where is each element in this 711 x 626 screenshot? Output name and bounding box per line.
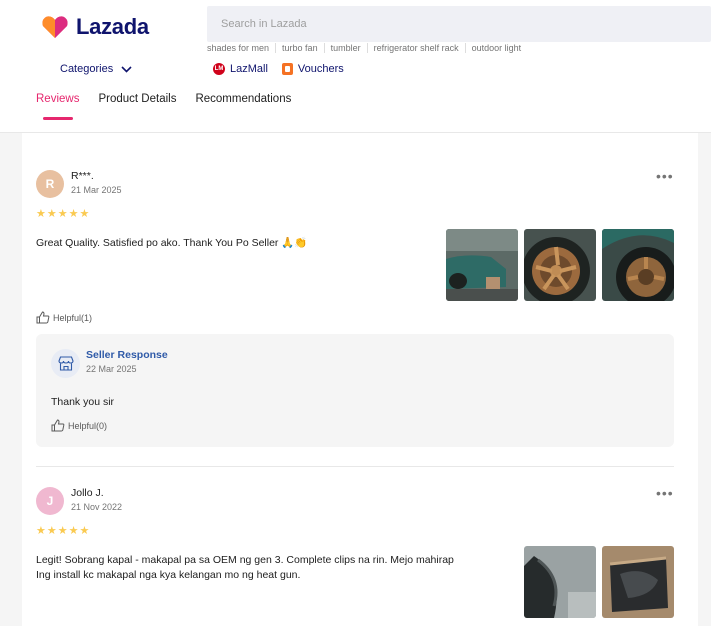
- review-text: Legit! Sobrang kapal - makapal pa sa OEM…: [36, 553, 454, 583]
- star-icon: ★: [36, 208, 46, 220]
- tab-product-details[interactable]: Product Details: [98, 93, 176, 111]
- lazada-logo[interactable]: Lazada: [42, 14, 149, 40]
- review-item: J Jollo J. 21 Nov 2022 ••• ★ ★ ★ ★ ★ Leg…: [36, 485, 676, 626]
- helpful-button[interactable]: Helpful(1): [36, 311, 92, 324]
- star-rating: ★ ★ ★ ★ ★: [36, 209, 89, 220]
- vouchers-link[interactable]: Vouchers: [281, 63, 344, 75]
- avatar: R: [36, 170, 64, 198]
- tab-label: Reviews: [36, 93, 80, 105]
- star-icon: ★: [46, 208, 57, 220]
- star-icon: ★: [79, 525, 90, 537]
- package-box-photo: [602, 546, 674, 618]
- product-tabs: Reviews Product Details Recommendations: [36, 93, 291, 120]
- review-date: 21 Mar 2025: [71, 185, 122, 195]
- star-icon: ★: [46, 525, 57, 537]
- seller-response-date: 22 Mar 2025: [86, 364, 137, 374]
- star-icon: ★: [57, 525, 68, 537]
- star-icon: ★: [79, 208, 90, 220]
- star-icon: ★: [57, 208, 68, 220]
- suggestion-link[interactable]: tumbler: [323, 43, 367, 53]
- lazada-heart-icon: [42, 16, 68, 38]
- thumbs-up-icon: [36, 311, 50, 324]
- tab-label: Product Details: [98, 93, 177, 105]
- seller-response-text: Thank you sir: [51, 396, 115, 408]
- logo-text: Lazada: [76, 14, 149, 39]
- star-icon: ★: [36, 525, 46, 537]
- review-image[interactable]: [446, 229, 518, 301]
- categories-dropdown[interactable]: Categories: [60, 63, 132, 75]
- voucher-icon: [281, 63, 293, 75]
- seller-response-title: Seller Response: [86, 349, 168, 361]
- reviewer-name: R***.: [71, 170, 94, 182]
- review-text: Great Quality. Satisfied po ako. Thank Y…: [36, 237, 308, 249]
- suggestion-link[interactable]: refrigerator shelf rack: [366, 43, 465, 53]
- right-gutter: [698, 133, 711, 626]
- store-icon: [51, 349, 80, 378]
- suggestion-link[interactable]: turbo fan: [275, 43, 324, 53]
- suggestion-link[interactable]: outdoor light: [464, 43, 528, 53]
- bronze-wheel-photo: [524, 229, 596, 301]
- reviewer-name: Jollo J.: [71, 487, 104, 499]
- wheel-arch-photo: [602, 229, 674, 301]
- categories-label: Categories: [60, 63, 114, 75]
- review-image[interactable]: [524, 546, 596, 618]
- star-rating: ★ ★ ★ ★ ★: [36, 526, 89, 537]
- header-links: LM LazMall Vouchers: [213, 63, 344, 75]
- more-options-icon[interactable]: •••: [656, 485, 674, 501]
- garage-car-photo: [446, 229, 518, 301]
- tab-recommendations[interactable]: Recommendations: [195, 93, 291, 111]
- review-image[interactable]: [524, 229, 596, 301]
- review-image[interactable]: [602, 546, 674, 618]
- suggestion-link[interactable]: shades for men: [207, 43, 275, 53]
- reviews-section: R R***. 21 Mar 2025 ••• ★ ★ ★ ★ ★ Great …: [0, 133, 711, 626]
- fender-liner-photo: [524, 546, 596, 618]
- lazmall-icon: LM: [213, 63, 225, 75]
- active-tab-indicator: [43, 117, 73, 120]
- more-options-icon[interactable]: •••: [656, 168, 674, 184]
- review-divider: [36, 466, 674, 467]
- tab-label: Recommendations: [195, 93, 292, 105]
- star-icon: ★: [68, 208, 79, 220]
- lazmall-link[interactable]: LM LazMall: [213, 63, 268, 75]
- lazmall-label: LazMall: [230, 63, 268, 75]
- avatar: J: [36, 487, 64, 515]
- review-date: 21 Nov 2022: [71, 502, 123, 512]
- tab-reviews[interactable]: Reviews: [36, 93, 80, 120]
- search-bar[interactable]: [207, 6, 711, 42]
- review-text-line: Ing install kc makapal nga kya kelangan …: [36, 569, 301, 581]
- site-header: Lazada shades for men turbo fan tumbler …: [0, 0, 711, 133]
- review-text-line: Legit! Sobrang kapal - makapal pa sa OEM…: [36, 554, 454, 566]
- left-gutter: [0, 133, 22, 626]
- helpful-label: Helpful(0): [68, 420, 108, 431]
- seller-response: Seller Response 22 Mar 2025 Thank you si…: [36, 334, 674, 447]
- vouchers-label: Vouchers: [297, 63, 344, 75]
- helpful-button[interactable]: Helpful(0): [51, 419, 107, 432]
- thumbs-up-icon: [51, 419, 65, 432]
- review-image[interactable]: [602, 229, 674, 301]
- search-suggestions: shades for men turbo fan tumbler refrige…: [207, 43, 527, 53]
- chevron-down-icon: [121, 65, 132, 73]
- search-input[interactable]: [207, 6, 711, 42]
- helpful-label: Helpful(1): [53, 312, 93, 323]
- star-icon: ★: [68, 525, 79, 537]
- review-item: R R***. 21 Mar 2025 ••• ★ ★ ★ ★ ★ Great …: [36, 168, 676, 490]
